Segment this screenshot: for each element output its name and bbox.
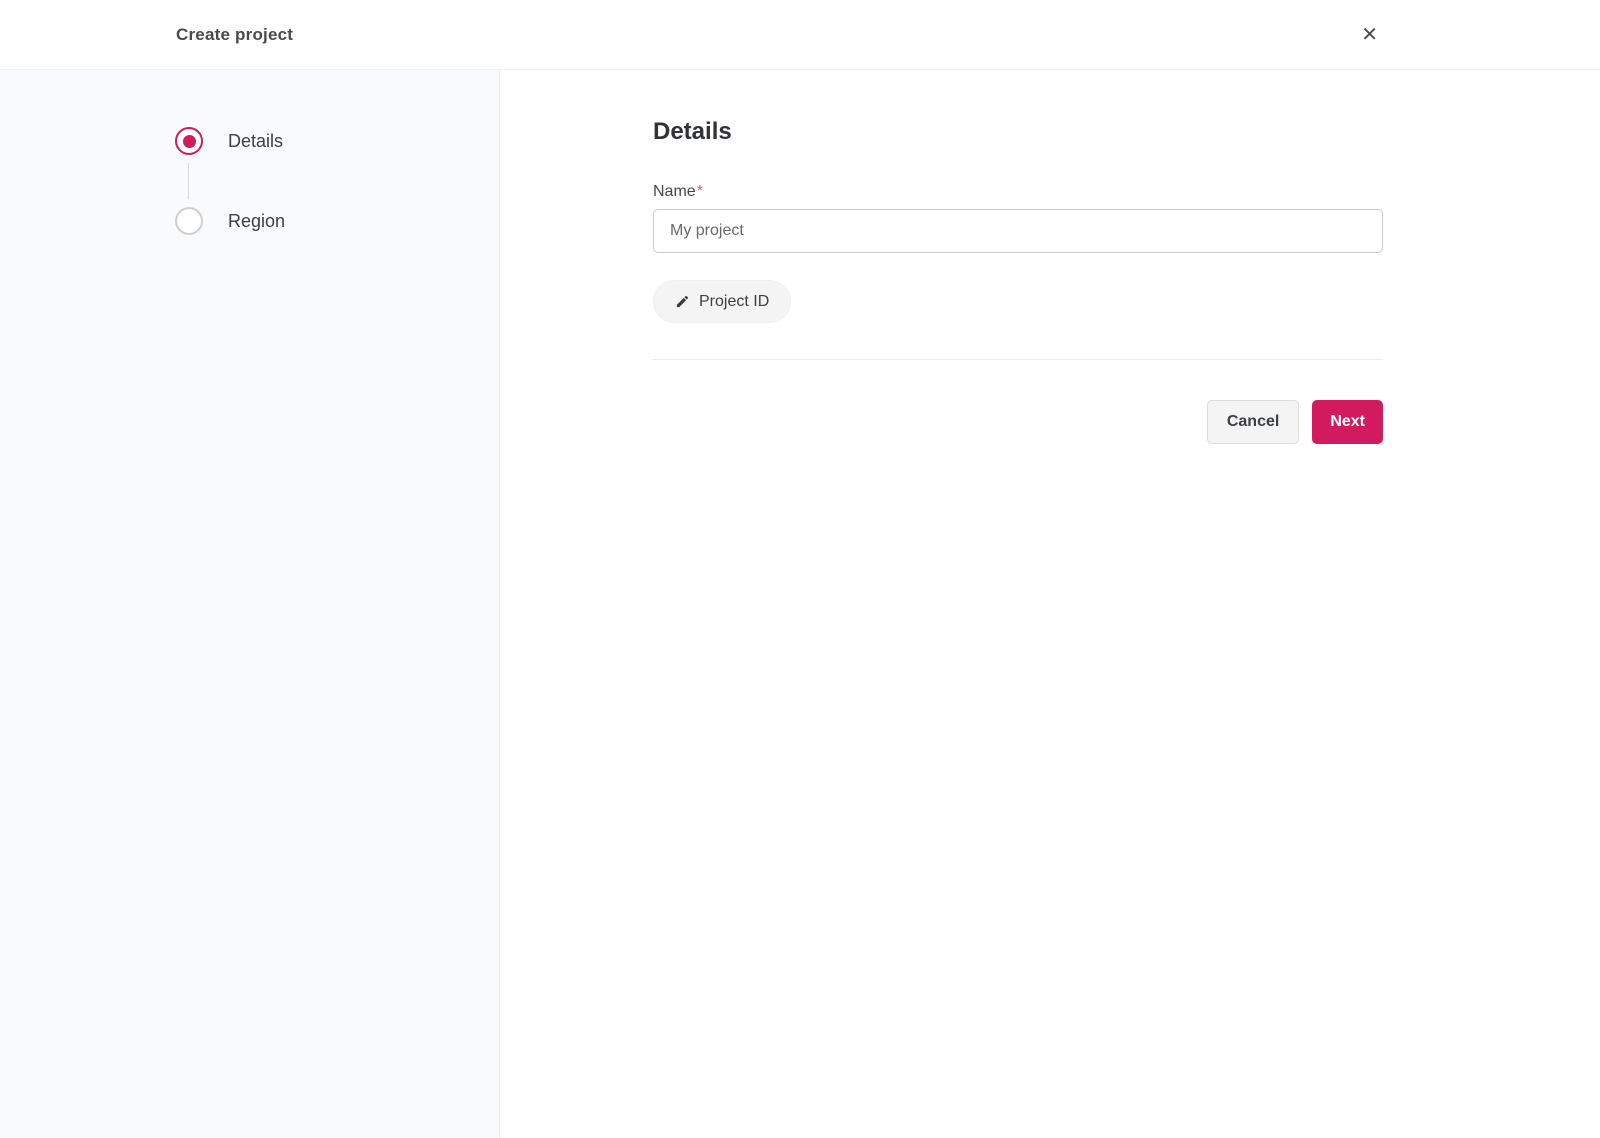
- create-project-modal: Create project ✕ Details Region Details: [0, 0, 1600, 1138]
- section-heading: Details: [653, 118, 732, 145]
- radio-active-icon: [175, 127, 203, 155]
- project-id-label: Project ID: [699, 292, 770, 310]
- form-divider: [653, 359, 1383, 360]
- close-icon: ✕: [1361, 23, 1378, 46]
- step-connector-line: [188, 163, 189, 199]
- action-bar: Cancel Next: [653, 400, 1383, 444]
- step-details[interactable]: Details: [175, 127, 499, 155]
- modal-title: Create project: [176, 24, 294, 44]
- step-label: Region: [228, 210, 286, 231]
- step-label: Details: [228, 130, 284, 151]
- project-name-input[interactable]: [653, 209, 1383, 253]
- modal-header: Create project ✕: [0, 0, 1600, 70]
- required-asterisk: *: [696, 183, 703, 200]
- pencil-icon: [675, 294, 690, 309]
- stepper-sidebar: Details Region: [0, 70, 500, 1138]
- radio-inactive-icon: [175, 207, 203, 235]
- close-button[interactable]: ✕: [1355, 19, 1384, 51]
- cancel-button[interactable]: Cancel: [1206, 400, 1300, 444]
- project-id-button[interactable]: Project ID: [653, 280, 792, 323]
- details-panel: Details Name* Project ID: [500, 70, 1600, 1138]
- name-label: Name*: [653, 183, 703, 200]
- modal-body: Details Region Details Name* My project …: [0, 70, 1600, 1138]
- next-button[interactable]: Next: [1312, 400, 1383, 444]
- details-form: Details Name* Project ID: [653, 118, 1383, 444]
- step-region[interactable]: Region: [175, 207, 499, 235]
